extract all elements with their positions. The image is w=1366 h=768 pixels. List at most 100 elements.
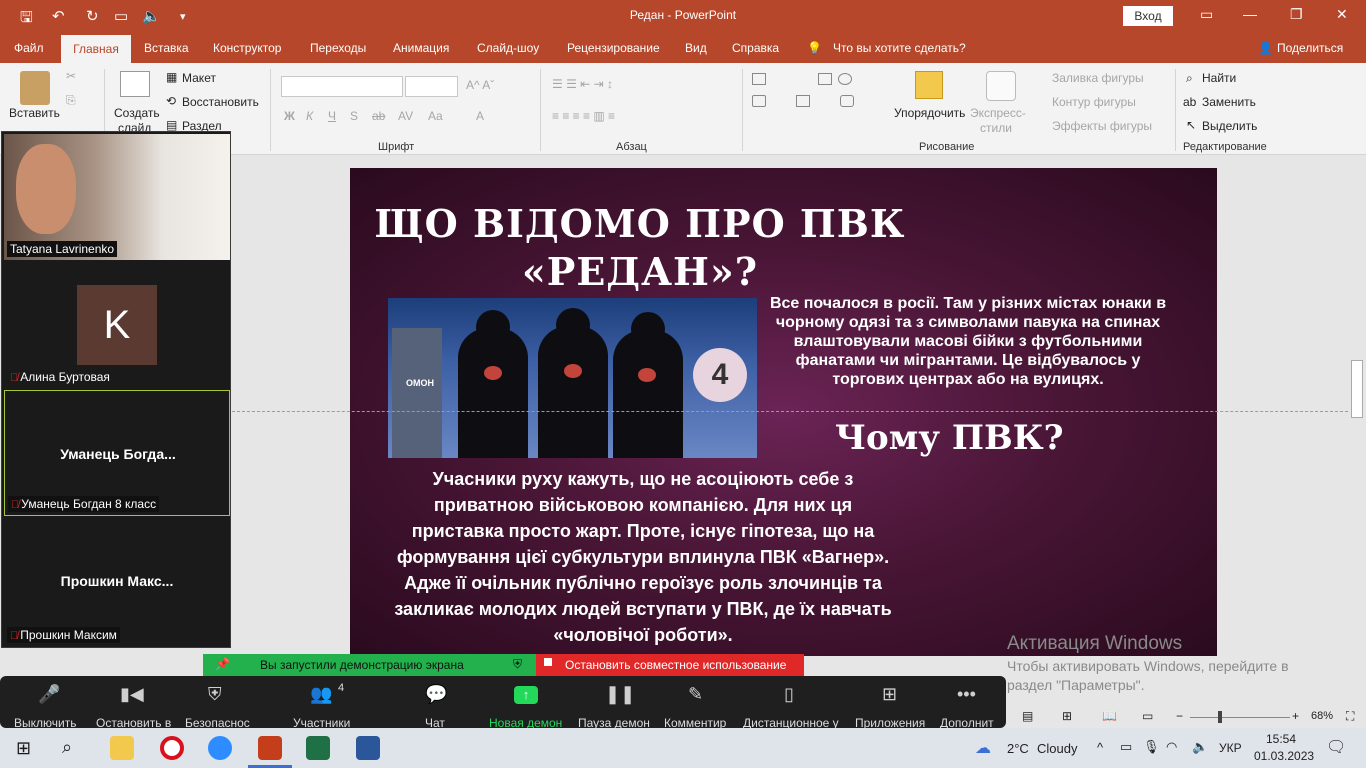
- notification-icon[interactable]: 🗨: [1326, 737, 1346, 757]
- tab-insert[interactable]: Вставка: [144, 41, 189, 55]
- shape-effects-button[interactable]: Эффекты фигуры: [1052, 119, 1152, 133]
- tab-slideshow[interactable]: Слайд-шоу: [477, 41, 539, 55]
- change-case-button[interactable]: Aa: [428, 109, 443, 123]
- weather-text[interactable]: Cloudy: [1037, 741, 1077, 756]
- zoom-level[interactable]: 68%: [1311, 710, 1333, 722]
- replace-button[interactable]: Заменить: [1202, 95, 1256, 109]
- underline-button[interactable]: Ч: [328, 109, 336, 123]
- arrange-button[interactable]: Упорядочить: [894, 106, 965, 120]
- maximize-icon[interactable]: ❐: [1290, 6, 1303, 23]
- security-icon[interactable]: ⛨: [208, 684, 222, 705]
- zoom-app-icon[interactable]: [208, 736, 232, 760]
- apps-icon[interactable]: ⊞: [882, 684, 897, 705]
- reading-view-icon[interactable]: 📖: [1102, 709, 1117, 723]
- shape-outline-button[interactable]: Контур фигуры: [1052, 95, 1136, 109]
- clock-time[interactable]: 15:54: [1266, 732, 1296, 746]
- paste-button[interactable]: Вставить: [9, 106, 60, 120]
- slide-image[interactable]: 4 ОМОН: [388, 298, 757, 458]
- mic-icon[interactable]: 🎤: [38, 684, 60, 705]
- tab-animation[interactable]: Анимация: [393, 41, 449, 55]
- font-color-button[interactable]: A: [476, 109, 484, 123]
- arrange-icon[interactable]: [915, 71, 943, 99]
- video-icon[interactable]: ▮◀: [120, 684, 144, 705]
- bullets-icon[interactable]: ☰ ☰ ⇤ ⇥ ↕: [552, 77, 613, 91]
- close-icon[interactable]: ✕: [1336, 6, 1348, 23]
- cut-icon[interactable]: ✂: [66, 69, 76, 83]
- normal-view-icon[interactable]: ▤: [1022, 709, 1033, 723]
- tab-view[interactable]: Вид: [685, 41, 707, 55]
- slide-paragraph-1[interactable]: Все почалося в росії. Там у різних міста…: [758, 294, 1178, 389]
- slide-title[interactable]: ЩО ВІДОМО ПРО ПВК «РЕДАН»?: [350, 200, 930, 296]
- pencil-icon[interactable]: ✎: [688, 684, 703, 705]
- layout-button[interactable]: Макет: [182, 71, 216, 85]
- participant-tile-active[interactable]: Уманець Богда... 🎙̸ Уманець Богдан 8 клас…: [4, 390, 230, 516]
- quick-styles-button[interactable]: Экспресс-: [970, 106, 1026, 120]
- tab-file[interactable]: Файл: [14, 41, 44, 55]
- participant-tile[interactable]: Прошкин Макс... 🎙̸ Прошкин Максим: [4, 518, 230, 646]
- tab-home[interactable]: Главная: [61, 35, 131, 63]
- font-size-combo[interactable]: [405, 76, 458, 97]
- chat-icon[interactable]: 💬: [425, 684, 447, 705]
- align-icon[interactable]: ≡ ≡ ≡ ≡ ▥ ≡: [552, 109, 615, 123]
- language-indicator[interactable]: УКР: [1219, 741, 1242, 755]
- shadow-button[interactable]: S: [350, 109, 358, 123]
- zoom-out-icon[interactable]: −: [1176, 709, 1183, 723]
- tray-chevron-icon[interactable]: ^: [1097, 740, 1103, 755]
- quick-styles-icon[interactable]: [986, 71, 1016, 101]
- shape-fill-button[interactable]: Заливка фигуры: [1052, 71, 1144, 85]
- ribbon-display-icon[interactable]: ▭: [1200, 6, 1213, 23]
- search-icon[interactable]: ⌕: [62, 737, 72, 758]
- share-screen-icon[interactable]: ↑: [514, 686, 538, 704]
- tab-design[interactable]: Конструктор: [213, 41, 281, 55]
- participant-video-tile[interactable]: Tatyana Lavrinenko: [4, 134, 230, 260]
- paste-icon[interactable]: [20, 71, 50, 105]
- fit-slide-icon[interactable]: ⛶: [1346, 709, 1354, 724]
- slide-heading-2[interactable]: Чому ПВК?: [835, 418, 1064, 458]
- slide-paragraph-2[interactable]: Учасники руху кажуть, що не асоціюють се…: [388, 466, 898, 648]
- slide-sorter-icon[interactable]: ⊞: [1062, 709, 1072, 723]
- copy-icon[interactable]: ⎘: [66, 93, 76, 108]
- zoom-in-icon[interactable]: +: [1292, 709, 1299, 723]
- vertical-scrollbar[interactable]: [1348, 155, 1366, 655]
- pin-icon[interactable]: 📌: [215, 657, 230, 671]
- share-button[interactable]: Поделиться: [1277, 41, 1343, 55]
- zoom-slider[interactable]: [1190, 717, 1290, 718]
- wifi-icon[interactable]: ◠: [1166, 739, 1177, 755]
- select-button[interactable]: Выделить: [1202, 119, 1257, 133]
- shapes-gallery[interactable]: [750, 71, 890, 133]
- new-slide-button[interactable]: Создать: [114, 106, 160, 120]
- tab-help[interactable]: Справка: [732, 41, 779, 55]
- file-explorer-icon[interactable]: [110, 736, 134, 760]
- slide[interactable]: ЩО ВІДОМО ПРО ПВК «РЕДАН»? 4 ОМОН Все по…: [350, 168, 1217, 656]
- spacing-button[interactable]: AV: [398, 109, 413, 123]
- tab-transitions[interactable]: Переходы: [310, 41, 366, 55]
- tell-me-input[interactable]: Что вы хотите сделать?: [833, 41, 966, 55]
- clock-date[interactable]: 01.03.2023: [1254, 749, 1314, 763]
- battery-icon[interactable]: ▭: [1120, 739, 1132, 755]
- participants-icon[interactable]: 👥: [310, 684, 332, 705]
- weather-temp[interactable]: 2°C: [1007, 741, 1029, 756]
- strike-button[interactable]: ab: [372, 109, 385, 123]
- scroll-thumb[interactable]: [1351, 360, 1363, 418]
- italic-button[interactable]: К: [306, 109, 313, 123]
- find-button[interactable]: Найти: [1202, 71, 1236, 85]
- speaker-icon[interactable]: 🔈: [1192, 739, 1208, 755]
- minimize-icon[interactable]: —: [1243, 6, 1257, 22]
- signin-button[interactable]: Вход: [1123, 6, 1173, 26]
- excel-icon[interactable]: [306, 736, 330, 760]
- word-icon[interactable]: [356, 736, 380, 760]
- stop-share-button[interactable]: Остановить совместное использование: [536, 654, 804, 676]
- mic-tray-icon[interactable]: 🎙: [1143, 739, 1160, 755]
- bold-button[interactable]: Ж: [284, 109, 295, 123]
- slideshow-view-icon[interactable]: ▭: [1142, 709, 1153, 723]
- pause-icon[interactable]: ❚❚: [605, 684, 635, 705]
- powerpoint-icon[interactable]: [258, 736, 282, 760]
- grow-font-icon[interactable]: A^ Aˇ: [466, 78, 494, 92]
- font-name-combo[interactable]: [281, 76, 403, 97]
- opera-icon[interactable]: [160, 736, 184, 760]
- windows-start-icon[interactable]: ⊞: [16, 738, 31, 759]
- new-slide-icon[interactable]: [120, 71, 150, 97]
- participant-tile[interactable]: K 🎙̸ Алина Буртовая: [4, 262, 230, 388]
- mouse-icon[interactable]: ▯: [784, 684, 794, 705]
- reset-button[interactable]: Восстановить: [182, 95, 259, 109]
